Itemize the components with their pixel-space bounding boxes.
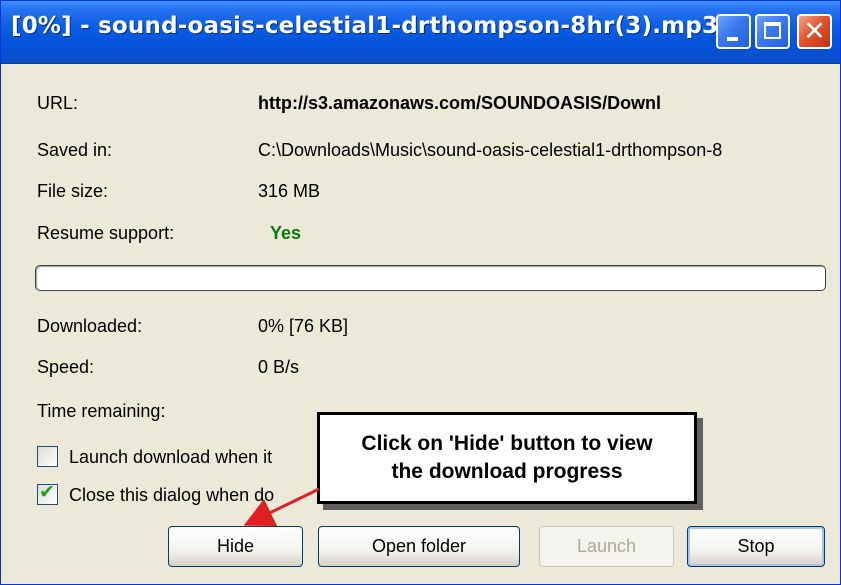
download-dialog: [0%] - sound-oasis-celestial1-drthompson… bbox=[0, 0, 841, 585]
annotation-arrow bbox=[243, 487, 320, 527]
